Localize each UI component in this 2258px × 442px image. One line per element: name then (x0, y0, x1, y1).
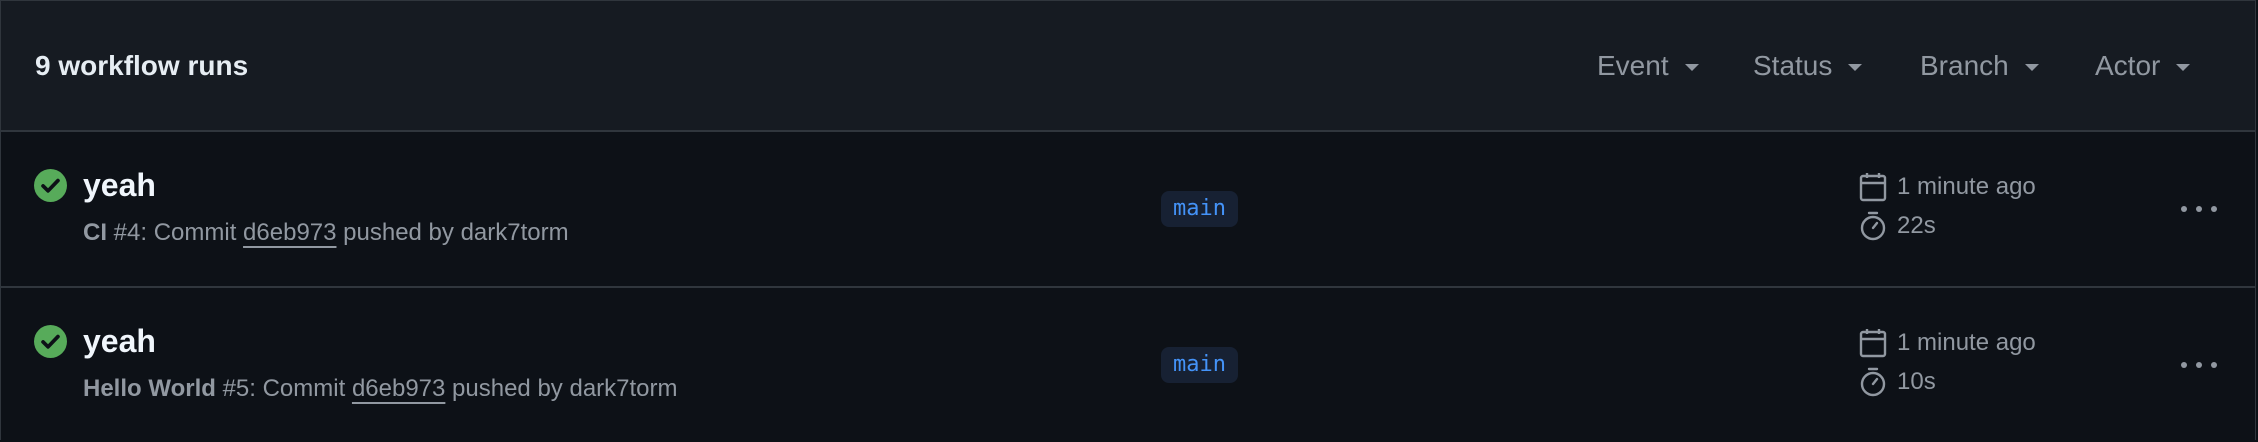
check-circle-icon (34, 325, 67, 358)
calendar-icon (1859, 329, 1887, 358)
branch-label[interactable]: main (1161, 347, 1238, 383)
branch-filter[interactable]: Branch (1920, 50, 2039, 82)
kebab-horizontal-icon[interactable] (2181, 347, 2217, 383)
workflow-name: CI (83, 219, 107, 246)
run-duration: 10s (1859, 367, 1936, 397)
workflow-name: Hello World (83, 375, 216, 402)
run-number: #5 (222, 375, 250, 402)
run-date: 1 minute ago (1859, 328, 2036, 358)
branch-filter-label: Branch (1920, 50, 2009, 81)
triangle-down-icon (1684, 64, 1699, 71)
check-circle-icon (34, 169, 67, 202)
kebab-horizontal-icon[interactable] (2181, 191, 2217, 227)
event-filter-label: Event (1597, 50, 1669, 81)
calendar-icon (1859, 173, 1887, 202)
status-filter[interactable]: Status (1753, 50, 1863, 82)
run-title-link[interactable]: yeah (83, 167, 156, 204)
event-filter[interactable]: Event (1597, 50, 1699, 82)
stopwatch-icon (1860, 367, 1886, 397)
meta-prefix: : Commit (249, 375, 352, 402)
run-date: 1 minute ago (1859, 172, 2036, 202)
time-ago: 1 minute ago (1897, 329, 2036, 356)
meta-suffix: pushed by dark7torm (336, 219, 569, 246)
commit-sha-link[interactable]: d6eb973 (352, 375, 445, 402)
run-title-link[interactable]: yeah (83, 323, 156, 360)
branch-label[interactable]: main (1161, 191, 1238, 227)
meta-prefix: : Commit (140, 219, 244, 246)
actor-filter-label: Actor (2095, 50, 2161, 81)
triangle-down-icon (1848, 64, 1863, 71)
stopwatch-icon (1860, 211, 1886, 241)
runs-count: 9 workflow runs (35, 50, 249, 81)
workflow-run-row: yeah Hello World #5: Commit d6eb973 push… (1, 286, 2255, 442)
commit-sha-link[interactable]: d6eb973 (243, 219, 336, 246)
time-ago: 1 minute ago (1897, 173, 2036, 200)
runs-header: 9 workflow runs Event Status Branch Acto… (1, 1, 2255, 132)
triangle-down-icon (2176, 64, 2191, 71)
run-duration: 22s (1859, 211, 1936, 241)
run-number: #4 (113, 219, 141, 246)
status-filter-label: Status (1753, 50, 1833, 81)
duration: 22s (1897, 212, 1936, 239)
run-meta: CI #4: Commit d6eb973 pushed by dark7tor… (83, 219, 569, 247)
meta-suffix: pushed by dark7torm (445, 375, 678, 402)
actor-filter[interactable]: Actor (2095, 50, 2191, 82)
triangle-down-icon (2024, 64, 2039, 71)
run-meta: Hello World #5: Commit d6eb973 pushed by… (83, 375, 678, 403)
workflow-run-row: yeah CI #4: Commit d6eb973 pushed by dar… (1, 130, 2255, 286)
duration: 10s (1897, 368, 1936, 395)
workflow-runs-panel: 9 workflow runs Event Status Branch Acto… (0, 0, 2256, 440)
